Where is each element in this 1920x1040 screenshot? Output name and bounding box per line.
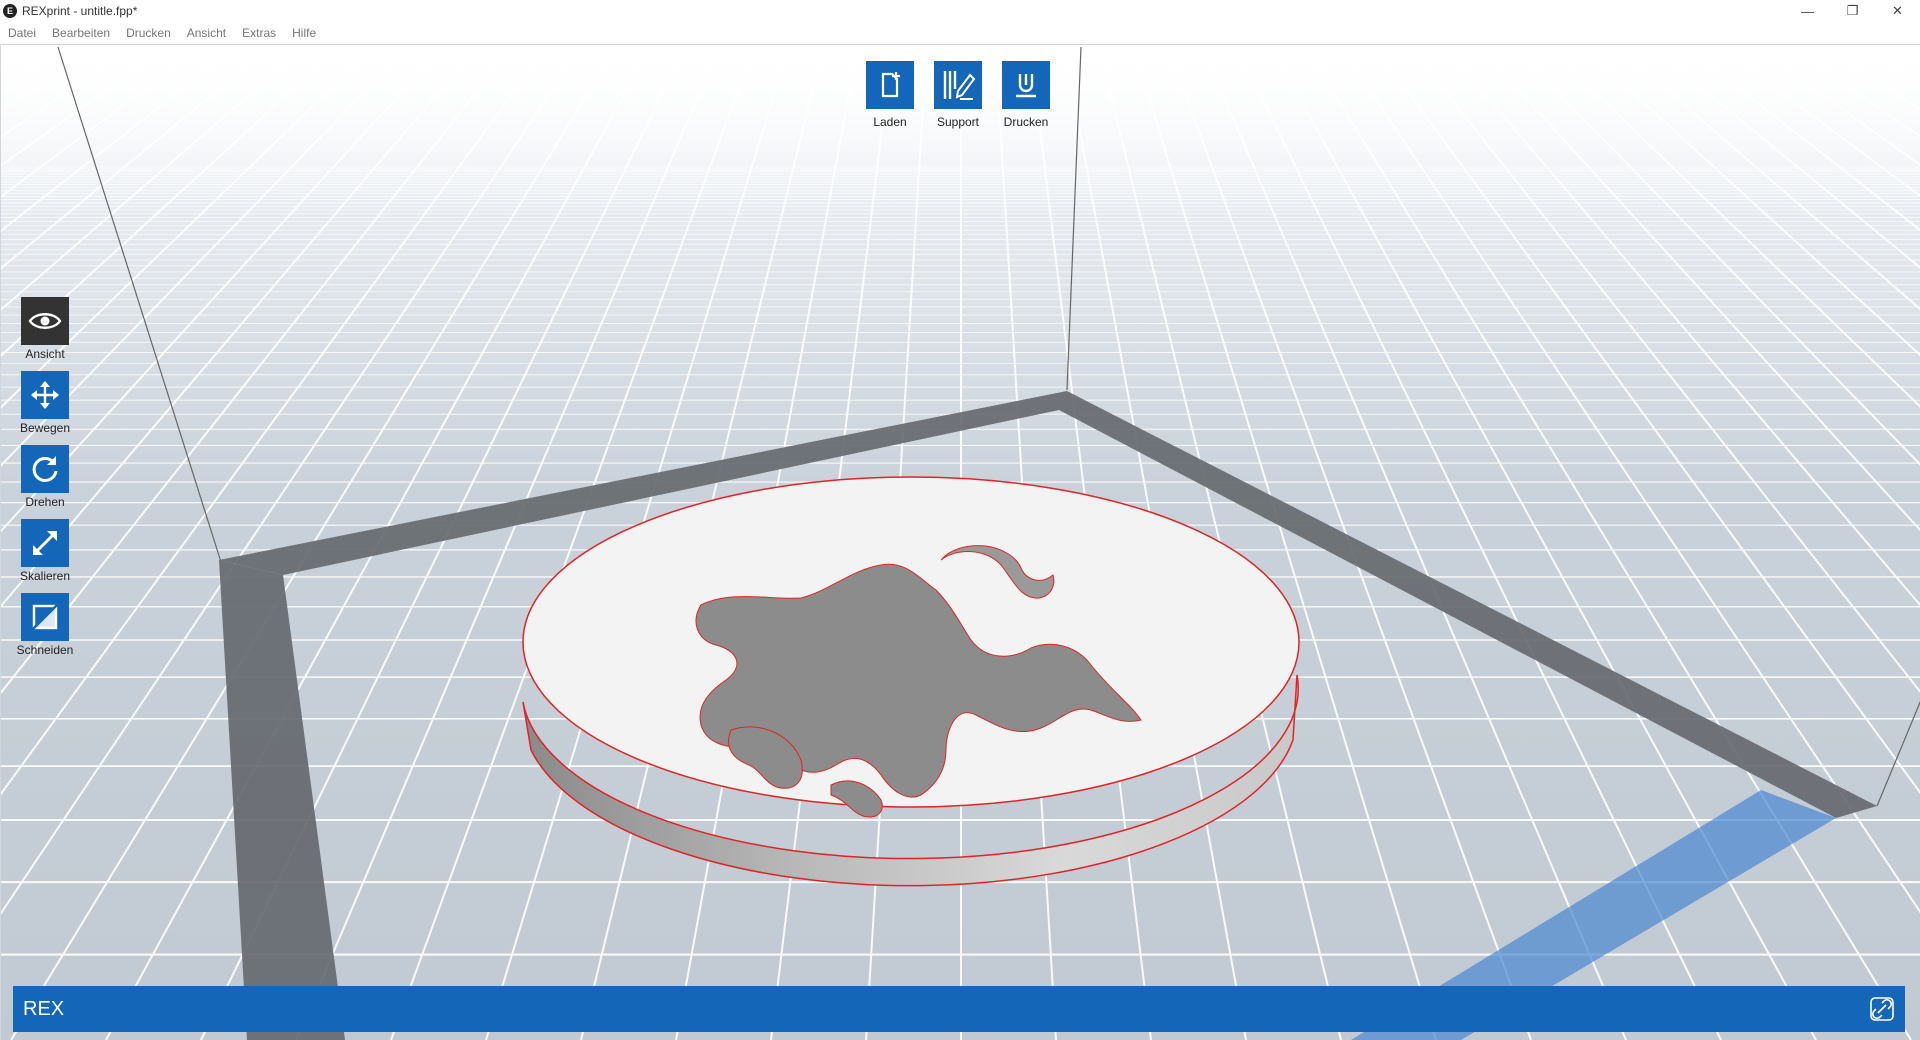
menu-bearbeiten[interactable]: Bearbeiten <box>44 22 118 44</box>
close-button[interactable]: ✕ <box>1875 0 1920 22</box>
cut-button[interactable] <box>21 593 69 641</box>
scale-icon <box>33 531 57 555</box>
menu-bar: Datei Bearbeiten Drucken Ansicht Extras … <box>0 22 1920 45</box>
rotate-label: Drehen <box>25 495 65 509</box>
load-button[interactable] <box>866 61 914 109</box>
rotate-icon <box>32 456 58 482</box>
link-icon[interactable] <box>1869 996 1895 1022</box>
left-toolbar: Ansicht Bewegen Drehen Skalieren Schneid… <box>12 297 78 667</box>
move-icon <box>31 381 59 409</box>
menu-ansicht[interactable]: Ansicht <box>179 22 234 44</box>
top-toolbar: Laden Support Drucken <box>866 61 1050 129</box>
3d-viewport[interactable] <box>0 45 1920 1040</box>
title-bar: E REXprint - untitle.fpp* — ❐ ✕ <box>0 0 1920 22</box>
print-label: Drucken <box>1003 115 1049 129</box>
rotate-button[interactable] <box>21 445 69 493</box>
support-button[interactable] <box>934 61 982 109</box>
support-label: Support <box>936 115 980 129</box>
view-label: Ansicht <box>25 347 65 361</box>
menu-drucken[interactable]: Drucken <box>118 22 179 44</box>
load-label: Laden <box>873 115 907 129</box>
app-logo-icon: E <box>3 4 17 18</box>
menu-hilfe[interactable]: Hilfe <box>284 22 324 44</box>
load-tool[interactable]: Laden <box>866 61 914 129</box>
cut-tool[interactable]: Schneiden <box>12 593 78 667</box>
support-tool[interactable]: Support <box>934 61 982 129</box>
window-controls: — ❐ ✕ <box>1785 0 1920 22</box>
rotate-tool[interactable]: Drehen <box>12 445 78 519</box>
move-label: Bewegen <box>19 421 71 435</box>
status-bar: REX <box>13 986 1905 1032</box>
window-title: REXprint - untitle.fpp* <box>22 4 138 18</box>
scale-tool[interactable]: Skalieren <box>12 519 78 593</box>
view-tool[interactable]: Ansicht <box>12 297 78 371</box>
restore-button[interactable]: ❐ <box>1830 0 1875 22</box>
move-tool[interactable]: Bewegen <box>12 371 78 445</box>
move-button[interactable] <box>21 371 69 419</box>
menu-datei[interactable]: Datei <box>0 22 44 44</box>
cut-icon <box>31 603 59 631</box>
view-button[interactable] <box>21 297 69 345</box>
minimize-button[interactable]: — <box>1785 0 1830 22</box>
print-tool[interactable]: Drucken <box>1002 61 1050 129</box>
eye-icon <box>28 313 62 329</box>
status-text: REX <box>23 997 65 1020</box>
new-file-icon <box>881 72 900 98</box>
print-icon <box>1016 74 1036 98</box>
scale-label: Skalieren <box>19 569 71 583</box>
menu-extras[interactable]: Extras <box>234 22 284 44</box>
print-button[interactable] <box>1002 61 1050 109</box>
scale-button[interactable] <box>21 519 69 567</box>
build-scene[interactable] <box>1 45 1920 1040</box>
cut-label: Schneiden <box>16 643 74 657</box>
support-icon <box>943 71 976 100</box>
